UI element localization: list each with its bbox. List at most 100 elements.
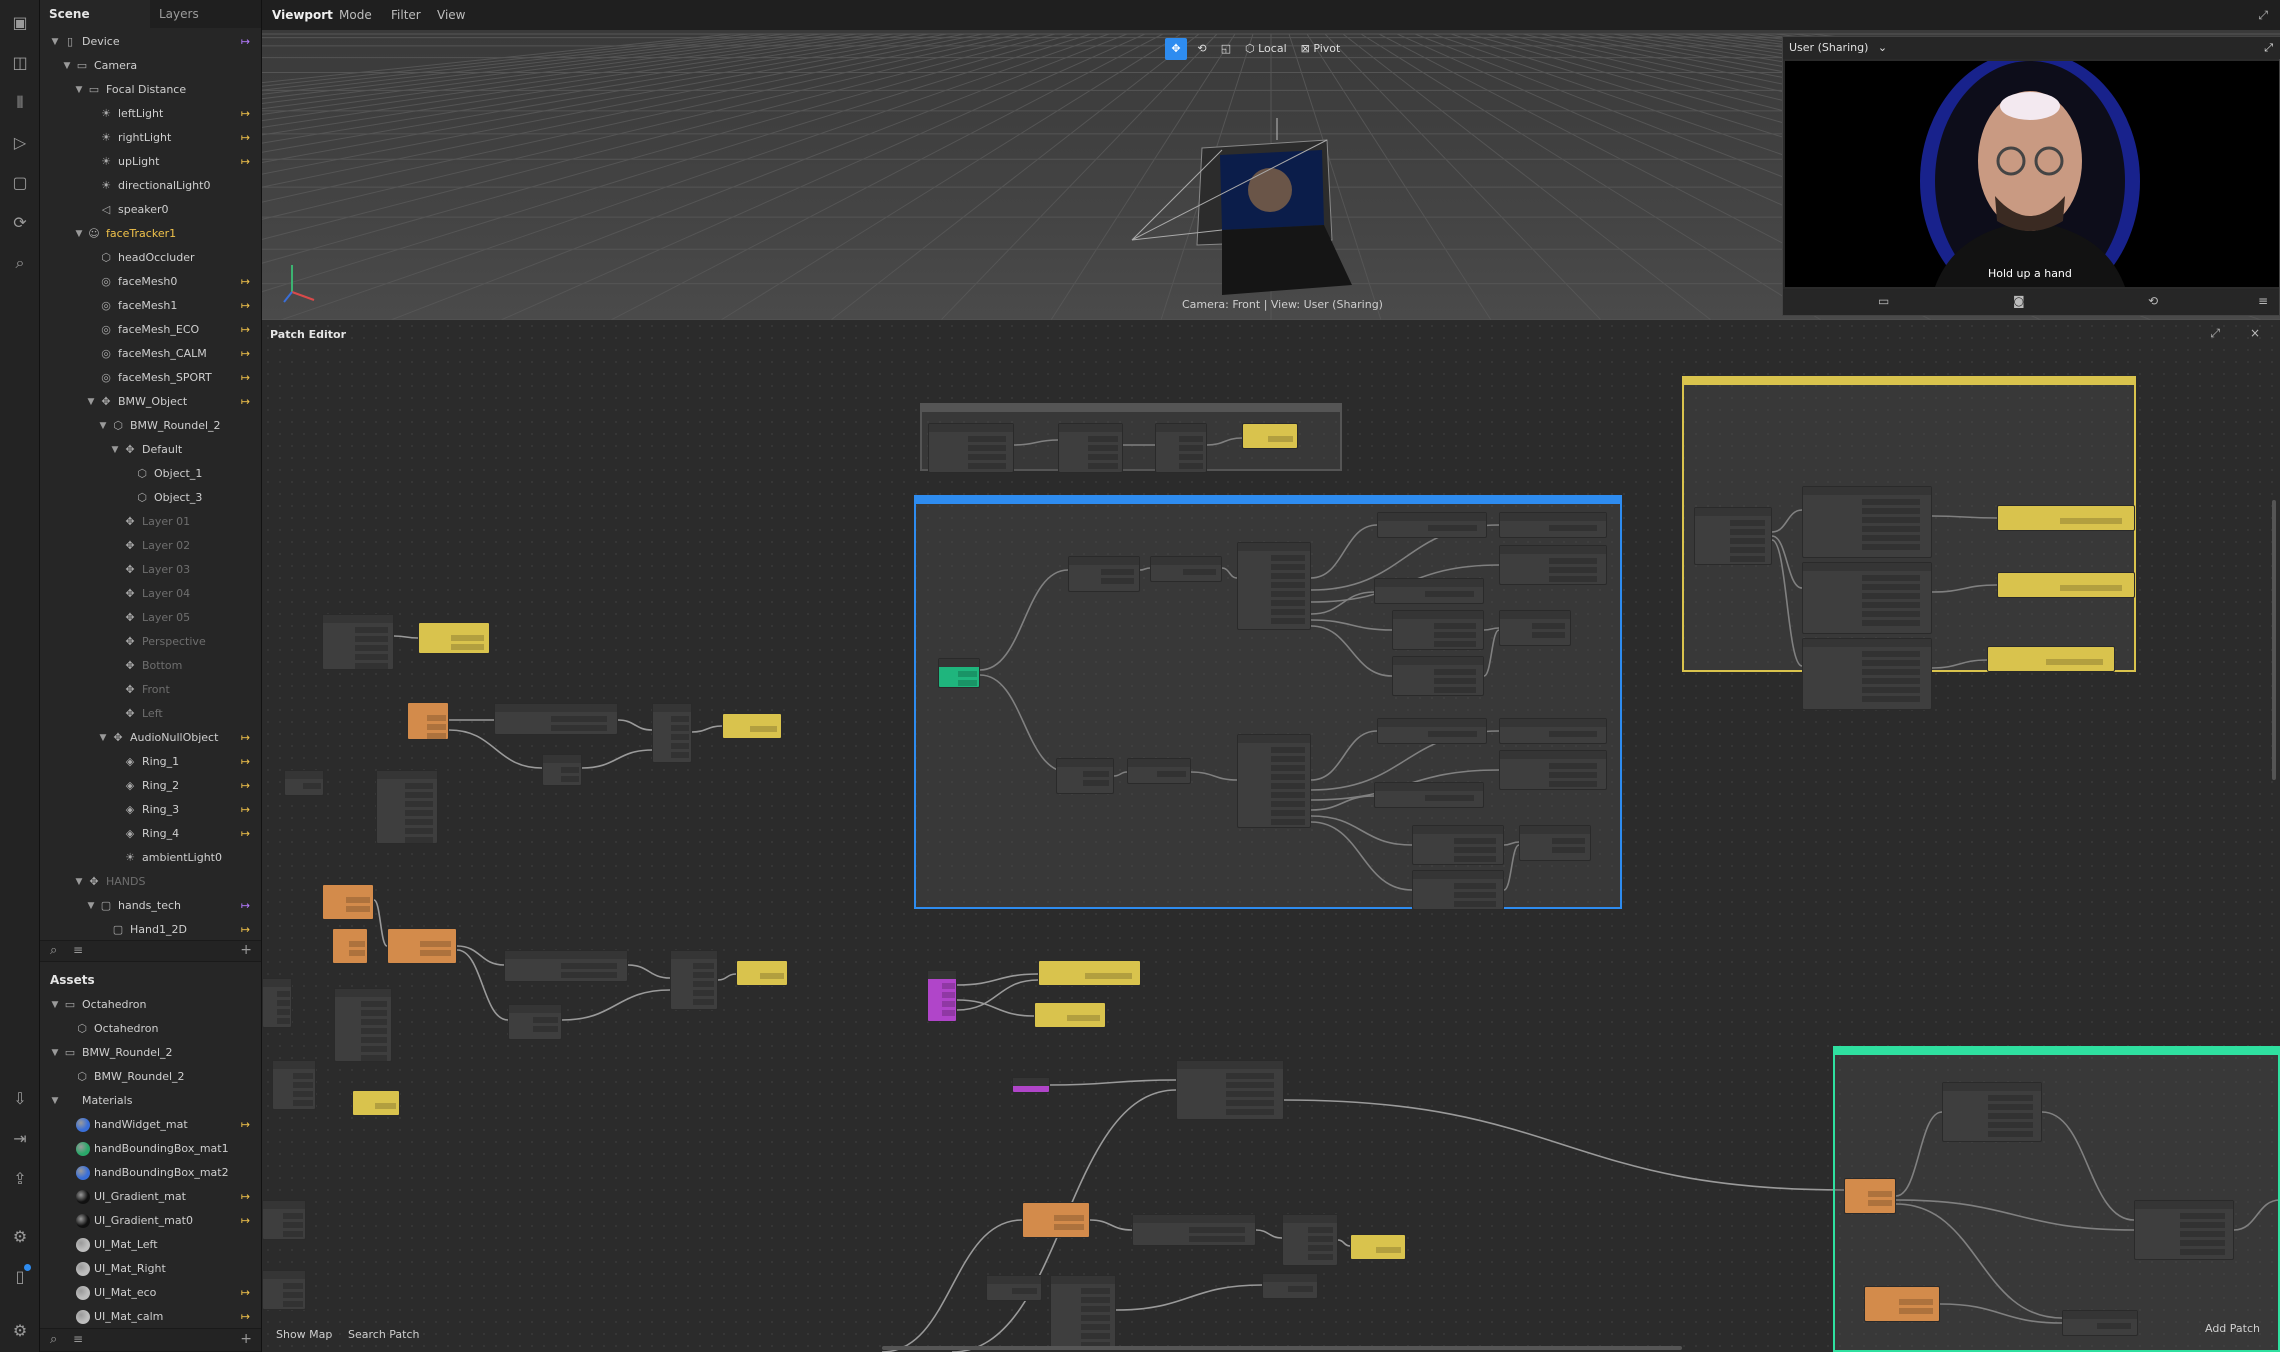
- menu-icon[interactable]: ≡: [2258, 294, 2268, 308]
- patch-node[interactable]: [376, 770, 438, 844]
- tree-item[interactable]: ▼ ⬡ BMW_Roundel_2: [40, 414, 261, 438]
- patch-node[interactable]: [1350, 1234, 1406, 1260]
- patch-link-icon[interactable]: ↦: [241, 918, 250, 942]
- columns-icon[interactable]: ⫴: [9, 92, 31, 114]
- expand-arrow-icon[interactable]: ▼: [50, 1041, 60, 1065]
- patch-node[interactable]: [1412, 825, 1504, 865]
- add-asset-icon[interactable]: +: [240, 1331, 252, 1347]
- patch-node[interactable]: [272, 1060, 316, 1110]
- expand-arrow-icon[interactable]: ▼: [74, 78, 84, 102]
- filter-icon[interactable]: ≡: [73, 1332, 83, 1346]
- patch-node[interactable]: [986, 1275, 1042, 1301]
- patch-node[interactable]: [1050, 1275, 1116, 1349]
- patch-node[interactable]: [334, 988, 392, 1062]
- patch-node[interactable]: [1262, 1273, 1318, 1299]
- patch-node[interactable]: [1844, 1178, 1896, 1214]
- share-icon[interactable]: ⇪: [9, 1168, 31, 1190]
- patch-node[interactable]: [1412, 870, 1504, 910]
- device-icon[interactable]: ▯: [9, 1264, 31, 1288]
- tree-item[interactable]: UI_Gradient_mat ↦: [40, 1185, 261, 1209]
- tree-item[interactable]: ✥ Layer 03: [40, 558, 261, 582]
- camera-icon[interactable]: ◫: [9, 52, 31, 74]
- patch-node[interactable]: [1864, 1286, 1940, 1322]
- tree-item[interactable]: ▼ ☺ faceTracker1: [40, 222, 261, 246]
- tree-item[interactable]: UI_Mat_calm ↦: [40, 1305, 261, 1329]
- tree-item[interactable]: ☀ rightLight ↦: [40, 126, 261, 150]
- expand-icon[interactable]: ⤢: [2258, 0, 2268, 30]
- patch-node[interactable]: [1374, 578, 1484, 604]
- patch-link-icon[interactable]: ↦: [241, 1209, 250, 1233]
- tree-item[interactable]: ⬡ Octahedron: [40, 1017, 261, 1041]
- tree-item[interactable]: ✥ Layer 04: [40, 582, 261, 606]
- play-icon[interactable]: ▷: [9, 132, 31, 154]
- expand-arrow-icon[interactable]: ▼: [50, 993, 60, 1017]
- screenshot-icon[interactable]: ◙: [2013, 294, 2025, 308]
- patch-node[interactable]: [1997, 505, 2135, 531]
- patch-node[interactable]: [928, 423, 1014, 473]
- patch-link-icon[interactable]: ↦: [241, 822, 250, 846]
- search-icon[interactable]: ⌕: [9, 252, 31, 274]
- tree-item[interactable]: ▼ ▭ Octahedron: [40, 993, 261, 1017]
- patch-link-icon[interactable]: ↦: [241, 1113, 250, 1137]
- tree-item[interactable]: ⬡ Object_1: [40, 462, 261, 486]
- tree-item[interactable]: ⬡ BMW_Roundel_2: [40, 1065, 261, 1089]
- patch-node[interactable]: [322, 884, 374, 920]
- patch-node[interactable]: [1150, 556, 1222, 582]
- patch-link-icon[interactable]: ↦: [241, 1281, 250, 1305]
- patch-node[interactable]: [736, 960, 788, 986]
- patch-link-icon[interactable]: ↦: [241, 726, 250, 750]
- tree-item[interactable]: ▼ ✥ AudioNullObject ↦: [40, 726, 261, 750]
- tree-item[interactable]: ☀ upLight ↦: [40, 150, 261, 174]
- patch-node[interactable]: [2062, 1310, 2138, 1336]
- patch-node[interactable]: [418, 622, 490, 654]
- tree-item[interactable]: ▼ ✥ BMW_Object ↦: [40, 390, 261, 414]
- tree-item[interactable]: ◎ faceMesh_CALM ↦: [40, 342, 261, 366]
- tree-item[interactable]: ✥ Layer 02: [40, 534, 261, 558]
- menu-mode[interactable]: Mode: [339, 0, 372, 30]
- tree-item[interactable]: handBoundingBox_mat1: [40, 1137, 261, 1161]
- patch-node[interactable]: [262, 978, 292, 1028]
- expand-arrow-icon[interactable]: ▼: [86, 894, 96, 918]
- patch-node[interactable]: [262, 1200, 306, 1240]
- tree-item[interactable]: ▼ ▯ Device ↦: [40, 30, 261, 54]
- settings-icon[interactable]: ⚙: [9, 1320, 31, 1342]
- add-object-icon[interactable]: +: [240, 942, 252, 958]
- patch-node[interactable]: [1499, 545, 1607, 585]
- filter-icon[interactable]: ≡: [73, 943, 83, 957]
- expand-arrow-icon[interactable]: ▼: [98, 414, 108, 438]
- tree-item[interactable]: ◎ faceMesh_SPORT ↦: [40, 366, 261, 390]
- tree-item[interactable]: ▼ ✥ Default: [40, 438, 261, 462]
- local-toggle[interactable]: ⬡ Local: [1241, 38, 1291, 60]
- expand-arrow-icon[interactable]: ▼: [74, 870, 84, 894]
- patch-node[interactable]: [670, 950, 718, 1010]
- sync-icon[interactable]: ⟳: [9, 212, 31, 234]
- tab-scene[interactable]: Scene: [40, 0, 150, 28]
- patch-node[interactable]: [1499, 718, 1607, 744]
- tree-item[interactable]: ◎ faceMesh_ECO ↦: [40, 318, 261, 342]
- debug-icon[interactable]: ⚙: [9, 1226, 31, 1248]
- patch-node[interactable]: [1176, 1060, 1284, 1120]
- tree-item[interactable]: ✥ Layer 01: [40, 510, 261, 534]
- tree-item[interactable]: ◈ Ring_3 ↦: [40, 798, 261, 822]
- patch-node[interactable]: [542, 754, 582, 786]
- patch-node[interactable]: [322, 614, 394, 670]
- patch-node[interactable]: [1056, 758, 1114, 794]
- tree-item[interactable]: ☀ ambientLight0: [40, 846, 261, 870]
- patch-node[interactable]: [1802, 562, 1932, 634]
- tree-item[interactable]: ☀ leftLight ↦: [40, 102, 261, 126]
- patch-node[interactable]: [927, 970, 957, 1022]
- expand-arrow-icon[interactable]: ▼: [86, 390, 96, 414]
- horizontal-scrollbar[interactable]: [882, 1346, 1682, 1350]
- expand-arrow-icon[interactable]: ▼: [50, 30, 60, 54]
- patch-link-icon[interactable]: ↦: [241, 894, 250, 918]
- tree-item[interactable]: handWidget_mat ↦: [40, 1113, 261, 1137]
- patch-link-icon[interactable]: ↦: [241, 102, 250, 126]
- video-camera-icon[interactable]: ▭: [1878, 294, 1889, 308]
- patch-link-icon[interactable]: ↦: [241, 30, 250, 54]
- tree-item[interactable]: ▢ Hand1_2D ↦: [40, 918, 261, 942]
- expand-arrow-icon[interactable]: ▼: [50, 1089, 60, 1113]
- tree-item[interactable]: ▼ Materials: [40, 1089, 261, 1113]
- tree-item[interactable]: ✥ Left: [40, 702, 261, 726]
- tree-item[interactable]: ⬡ Object_3: [40, 486, 261, 510]
- tree-item[interactable]: ▼ ▭ Focal Distance: [40, 78, 261, 102]
